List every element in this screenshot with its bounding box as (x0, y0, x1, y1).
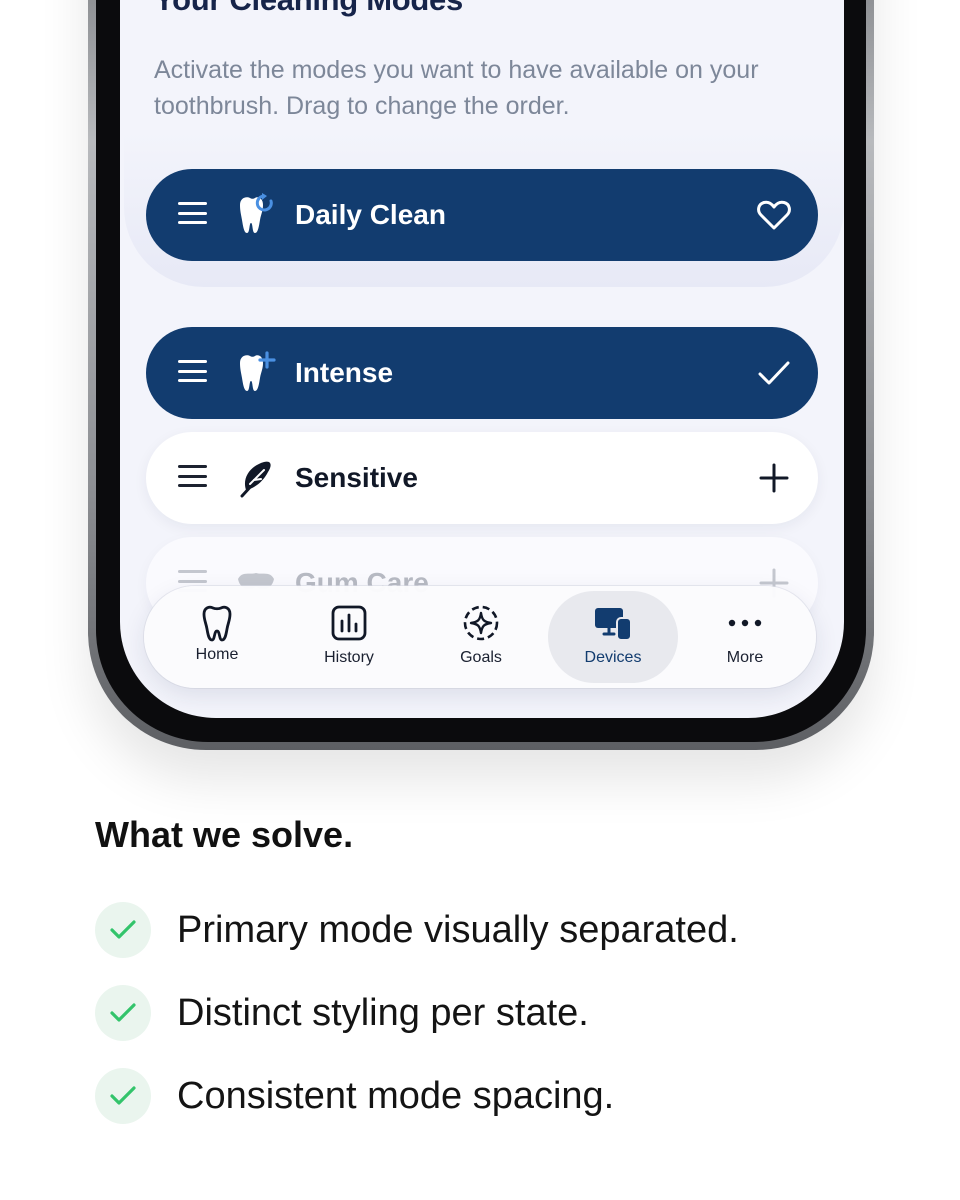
tooth-refresh-icon (240, 193, 273, 233)
mode-label: Sensitive (295, 462, 418, 493)
check-icon (110, 920, 136, 939)
checkmark-icon[interactable] (756, 355, 792, 391)
tab-goals[interactable]: Goals (416, 586, 546, 688)
tab-history[interactable]: History (284, 586, 414, 688)
page-subtitle: Activate the modes you want to have avai… (154, 56, 759, 120)
tab-home[interactable]: Home (152, 586, 282, 688)
heart-icon[interactable] (756, 197, 792, 233)
mode-label: Intense (295, 357, 394, 388)
tooth-icon (202, 605, 232, 642)
tab-devices[interactable]: Devices (548, 586, 678, 688)
check-icon (110, 1086, 136, 1105)
benefit-text: Primary mode visually separated. (177, 909, 739, 951)
page-title: Your Cleaning Modes (154, 0, 463, 20)
tab-label: Goals (460, 649, 502, 666)
check-badge (95, 902, 151, 958)
mode-card-intense[interactable]: Intense (146, 327, 818, 419)
drag-handle-icon[interactable] (178, 465, 207, 491)
benefit-text: Distinct styling per state. (177, 992, 589, 1034)
benefit-item: Distinct styling per state. (95, 985, 875, 1041)
tooth-plus-icon (240, 351, 276, 391)
tab-more[interactable]: More (680, 586, 810, 688)
mode-card-sensitive[interactable]: Sensitive (146, 432, 818, 524)
target-icon (463, 605, 499, 641)
tab-bar: Home History Goals Devices More (144, 586, 816, 688)
benefit-text: Consistent mode spacing. (177, 1075, 615, 1117)
tab-label: History (324, 649, 374, 666)
section-title: What we solve. (95, 814, 354, 855)
drag-handle-icon[interactable] (178, 360, 207, 386)
benefit-item: Consistent mode spacing. (95, 1068, 875, 1124)
bar-chart-icon (331, 605, 367, 641)
benefit-item: Primary mode visually separated. (95, 902, 875, 958)
more-dots-icon (728, 619, 762, 627)
check-icon (110, 1003, 136, 1022)
feather-icon (240, 461, 271, 498)
devices-icon (595, 608, 632, 641)
tab-label: Devices (584, 649, 642, 666)
app-screen: Your Cleaning Modes Activate the modes y… (120, 0, 844, 718)
tab-label: More (726, 649, 764, 666)
mode-card-daily-clean[interactable]: Daily Clean (146, 169, 818, 261)
tab-label: Home (195, 646, 239, 663)
drag-handle-icon[interactable] (178, 202, 207, 228)
check-badge (95, 985, 151, 1041)
mode-label: Daily Clean (295, 199, 446, 230)
check-badge (95, 1068, 151, 1124)
plus-icon[interactable] (756, 460, 792, 496)
